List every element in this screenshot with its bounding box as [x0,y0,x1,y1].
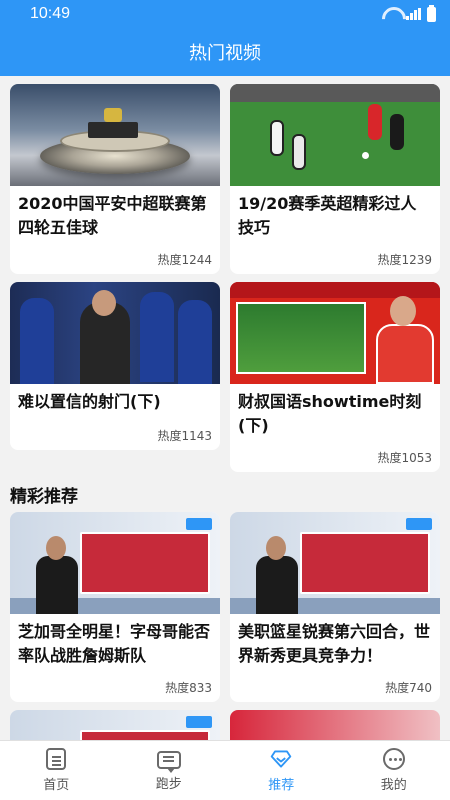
video-thumbnail[interactable] [230,512,440,614]
video-thumbnail[interactable] [10,512,220,614]
status-time: 10:49 [30,5,71,22]
video-card-4[interactable]: 财叔国语showtime时刻(下) 热度1053 [230,282,440,472]
diamond-icon [271,750,292,768]
message-icon [156,751,181,773]
page-title: 热门视频 [189,43,261,64]
profile-icon [382,748,405,770]
video-heat: 热度1244 [157,253,212,267]
page-header: 热门视频 [0,28,450,76]
video-thumbnail[interactable] [230,710,440,740]
recommend-card-1[interactable]: 芝加哥全明星！字母哥能否率队战胜詹姆斯队 热度833 [10,512,220,702]
video-card-2[interactable]: 19/20赛季英超精彩过人技巧 热度1239 [230,84,440,274]
tab-label: 推荐 [268,778,295,793]
video-thumbnail[interactable] [230,84,440,186]
video-thumbnail[interactable] [10,84,220,186]
video-heat: 热度833 [165,681,212,695]
tab-run[interactable]: 跑步 [113,741,226,800]
tab-me[interactable]: 我的 [338,741,450,800]
video-thumbnail[interactable] [10,710,220,740]
video-heat: 热度1239 [377,253,432,267]
video-heat: 热度1053 [377,451,432,465]
recommend-card-2[interactable]: 美职篮星锐赛第六回合，世界新秀更具竞争力！ 热度740 [230,512,440,702]
tab-home[interactable]: 首页 [0,741,113,800]
video-title: 美职篮星锐赛第六回合，世界新秀更具竞争力！ [238,622,431,665]
tab-recommend[interactable]: 推荐 [225,741,338,800]
video-heat: 热度1143 [157,429,212,443]
recommend-card-3[interactable] [10,710,220,740]
video-thumbnail[interactable] [230,282,440,384]
recommend-card-4[interactable] [230,710,440,740]
status-bar: 10:49 [0,0,450,28]
tab-label: 跑步 [155,777,182,792]
tab-label: 我的 [380,778,407,793]
video-card-3[interactable]: 难以置信的射门(下) 热度1143 [10,282,220,450]
tab-label: 首页 [43,778,70,793]
bottom-tab-bar: 首页 跑步 推荐 我的 [0,740,450,800]
video-title: 难以置信的射门(下) [18,392,161,411]
video-thumbnail[interactable] [10,282,220,384]
main-content[interactable]: 2020中国平安中超联赛第四轮五佳球 热度1244 19/20赛季英超精彩过人技… [0,76,450,740]
video-heat: 热度740 [385,681,432,695]
video-title: 2020中国平安中超联赛第四轮五佳球 [18,194,207,237]
video-title: 19/20赛季英超精彩过人技巧 [238,194,417,237]
section-title-recommend: 精彩推荐 [10,487,78,507]
status-icons [382,4,436,22]
signal-icon [406,8,421,20]
video-title: 财叔国语showtime时刻(下) [238,392,422,435]
home-icon [46,748,67,770]
battery-icon [427,4,436,22]
wifi-icon [382,7,400,21]
video-card-1[interactable]: 2020中国平安中超联赛第四轮五佳球 热度1244 [10,84,220,274]
video-title: 芝加哥全明星！字母哥能否率队战胜詹姆斯队 [18,622,211,665]
